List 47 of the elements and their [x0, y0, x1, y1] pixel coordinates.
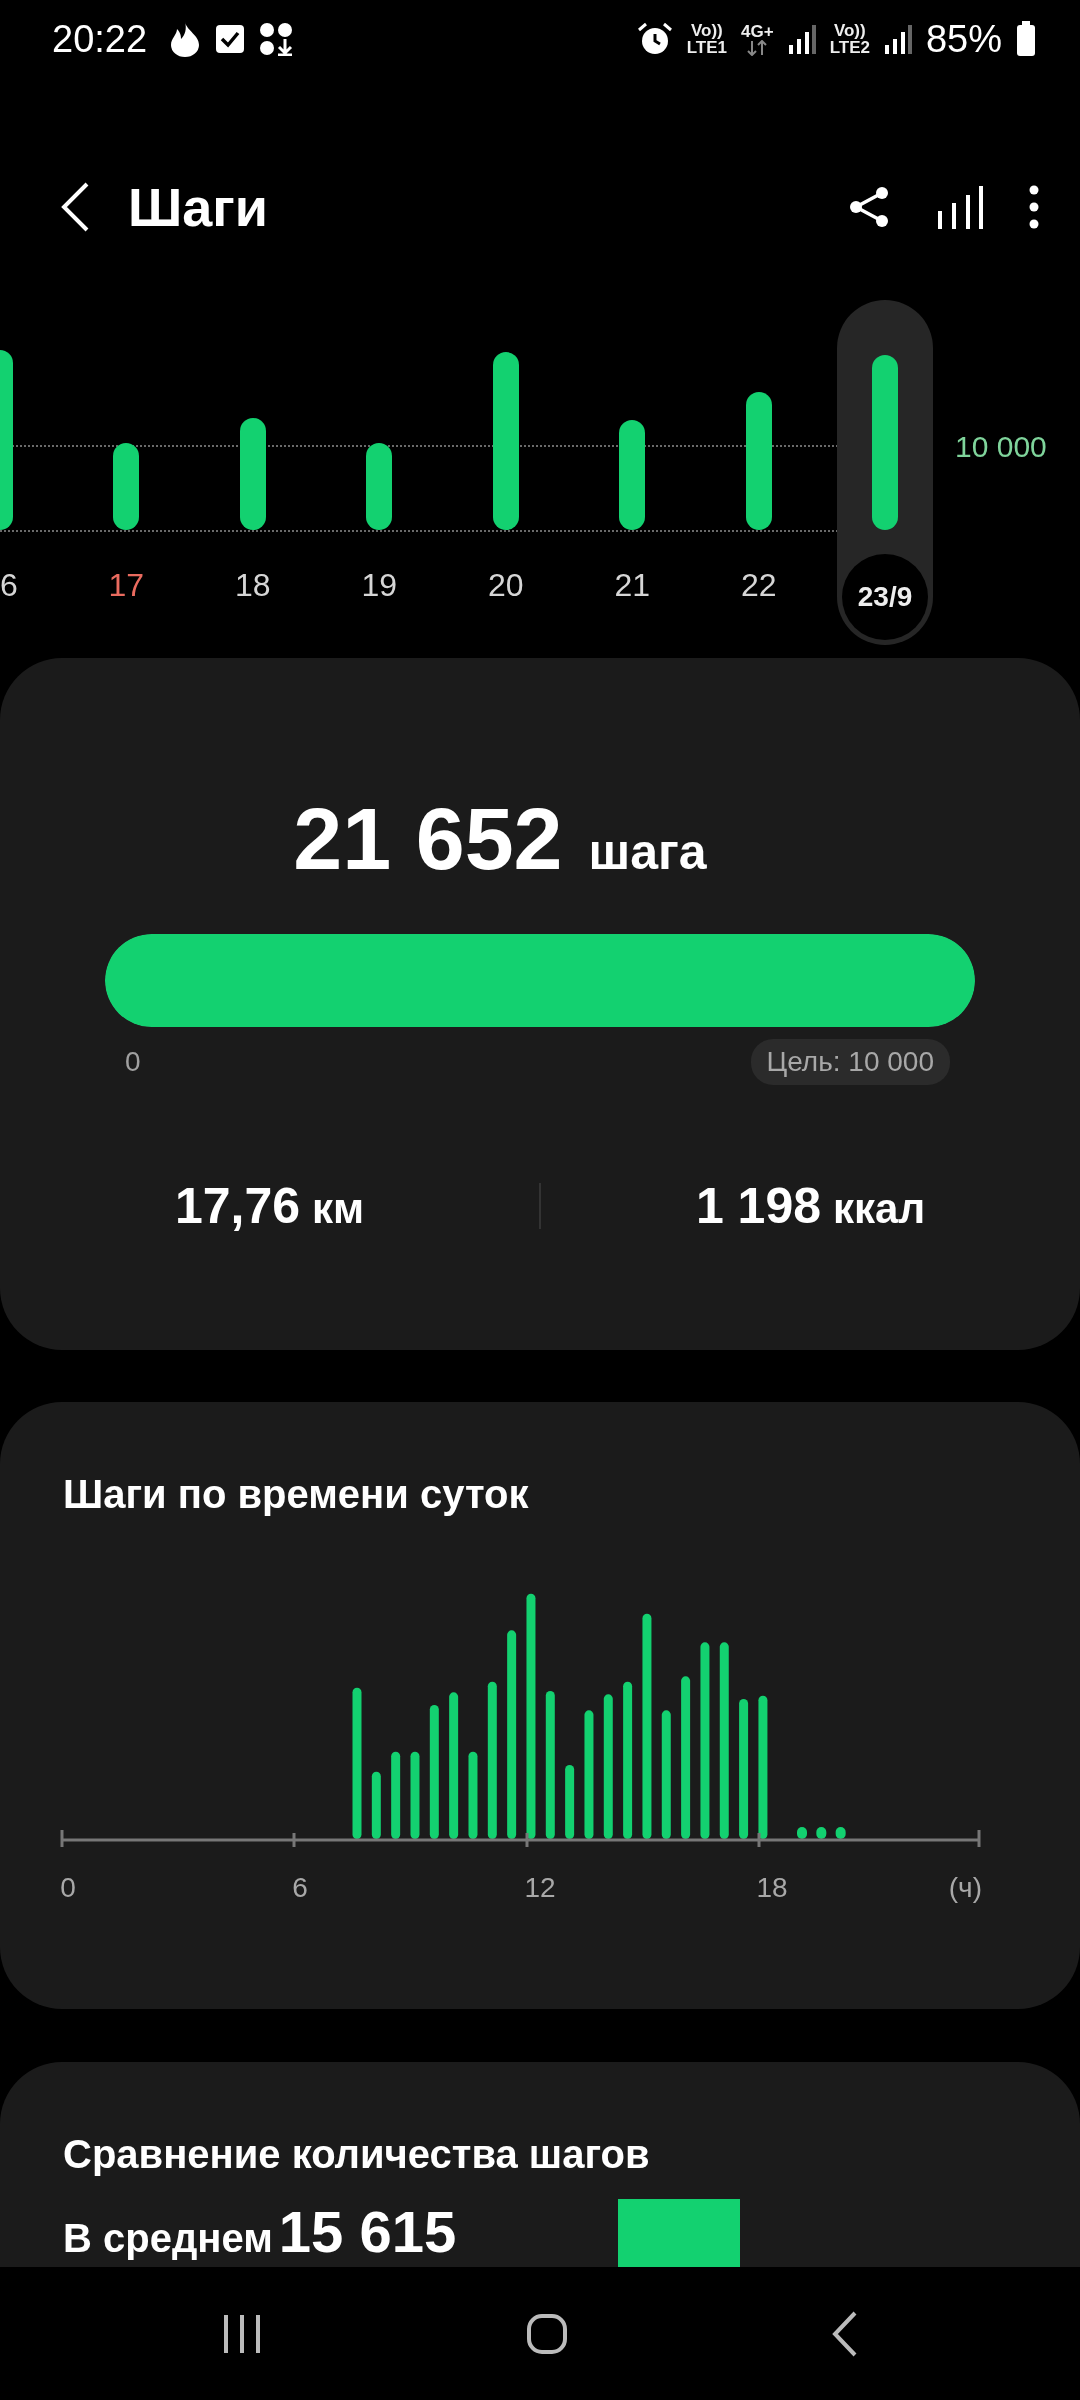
- checkbox-icon: [215, 24, 246, 54]
- day-item[interactable]: 21: [569, 300, 696, 645]
- volte-label: Vo)): [833, 22, 866, 39]
- calories-unit: ккал: [833, 1185, 926, 1233]
- download-dots-icon: [259, 22, 294, 56]
- goal-line-label: 10 000: [955, 430, 1047, 464]
- data-type-label: 4G+: [741, 22, 774, 40]
- day-item[interactable]: 23/9: [837, 300, 933, 645]
- signal-icon: [883, 23, 912, 55]
- back-icon[interactable]: [832, 2310, 858, 2357]
- day-item[interactable]: 6: [0, 300, 63, 645]
- axis-label: 12: [524, 1872, 556, 1903]
- goal-badge: Цель: 10 000: [750, 1039, 950, 1085]
- day-item[interactable]: 22: [695, 300, 822, 645]
- page-title: Шаги: [128, 176, 269, 238]
- battery-icon: [1016, 21, 1036, 57]
- average-value: 15 615: [278, 2203, 457, 2261]
- axis-unit-label: (ч): [948, 1872, 982, 1903]
- day-item[interactable]: 20: [442, 300, 569, 645]
- network-label: LTE2: [829, 39, 870, 56]
- step-count: 21 652: [293, 788, 563, 890]
- step-unit: шага: [588, 823, 707, 881]
- alarm-icon: [636, 22, 673, 56]
- network-label: LTE1: [686, 39, 727, 56]
- home-icon[interactable]: [526, 2312, 568, 2355]
- data-arrows-icon: [746, 39, 769, 56]
- axis-label: 0: [60, 1872, 76, 1903]
- status-time: 20:22: [52, 17, 148, 61]
- more-options-icon[interactable]: [1028, 185, 1040, 229]
- day-item[interactable]: 17: [63, 300, 190, 645]
- axis-label: 6: [292, 1872, 308, 1903]
- card-title: Шаги по времени суток: [63, 1472, 530, 1517]
- axis-label: 18: [756, 1872, 788, 1903]
- progress-start-label: 0: [125, 1046, 141, 1078]
- average-label: В среднем: [63, 2218, 273, 2258]
- bar-chart-icon[interactable]: [937, 185, 983, 229]
- day-item[interactable]: 18: [189, 300, 316, 645]
- signal-icon: [787, 23, 816, 55]
- recent-apps-icon[interactable]: [222, 2312, 262, 2355]
- calories-value: 1 198: [695, 1177, 821, 1235]
- distance-unit: км: [312, 1185, 365, 1233]
- volte-label: Vo)): [690, 22, 723, 39]
- battery-percent: 85%: [925, 17, 1002, 61]
- day-item[interactable]: 19: [316, 300, 443, 645]
- card-title: Сравнение количества шагов: [63, 2132, 651, 2177]
- distance-value: 17,76: [174, 1177, 300, 1235]
- flame-icon: [169, 21, 202, 57]
